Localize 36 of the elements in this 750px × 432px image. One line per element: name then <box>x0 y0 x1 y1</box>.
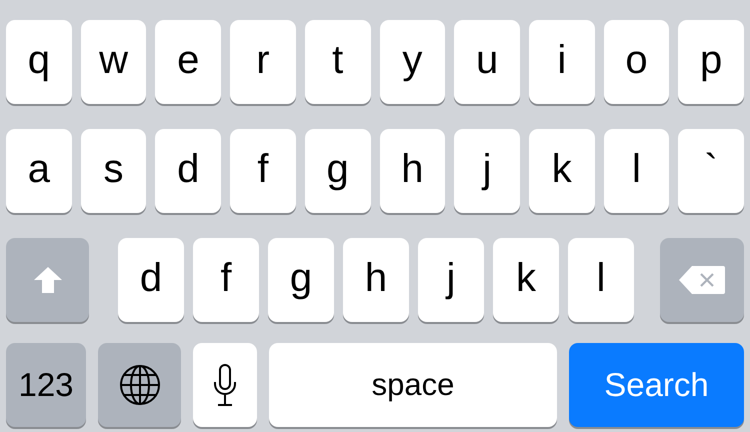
shift-icon <box>32 266 62 294</box>
dictation-key[interactable] <box>193 343 257 427</box>
letter-key[interactable]: u <box>454 20 520 104</box>
letter-key[interactable]: k <box>528 129 595 213</box>
letter-key[interactable]: w <box>80 20 146 104</box>
letter-key[interactable]: s <box>80 129 146 213</box>
backspace-icon <box>678 265 726 295</box>
search-button[interactable]: Search <box>569 343 744 427</box>
letter-key[interactable]: l <box>604 129 670 213</box>
letter-key[interactable]: i <box>528 20 595 104</box>
globe-icon <box>118 364 160 406</box>
letter-key[interactable]: g <box>304 129 371 213</box>
letter-key[interactable]: j <box>418 238 484 322</box>
letter-key[interactable]: j <box>454 129 520 213</box>
letter-key[interactable]: f <box>193 238 259 322</box>
globe-key[interactable] <box>98 343 181 427</box>
letter-key[interactable]: k <box>493 238 559 322</box>
letter-key[interactable]: d <box>118 238 184 322</box>
microphone-icon <box>213 364 237 406</box>
letter-key[interactable]: p <box>678 20 744 104</box>
space-bar[interactable]: space <box>269 343 557 427</box>
letter-key[interactable]: r <box>230 20 296 104</box>
letter-key[interactable]: t <box>304 20 371 104</box>
letter-key[interactable]: e <box>155 20 222 104</box>
letter-key[interactable]: f <box>230 129 296 213</box>
letter-key[interactable]: ` <box>678 129 744 213</box>
letter-key[interactable]: g <box>268 238 334 322</box>
letter-key[interactable]: o <box>604 20 670 104</box>
letter-key[interactable]: q <box>6 20 72 104</box>
letter-key[interactable]: l <box>568 238 634 322</box>
letter-key[interactable]: h <box>380 129 446 213</box>
letter-key[interactable]: a <box>6 129 72 213</box>
numbers-key[interactable]: 123 <box>6 343 86 427</box>
letter-key[interactable]: h <box>343 238 409 322</box>
letter-key[interactable]: d <box>155 129 222 213</box>
letter-key[interactable]: y <box>380 20 446 104</box>
